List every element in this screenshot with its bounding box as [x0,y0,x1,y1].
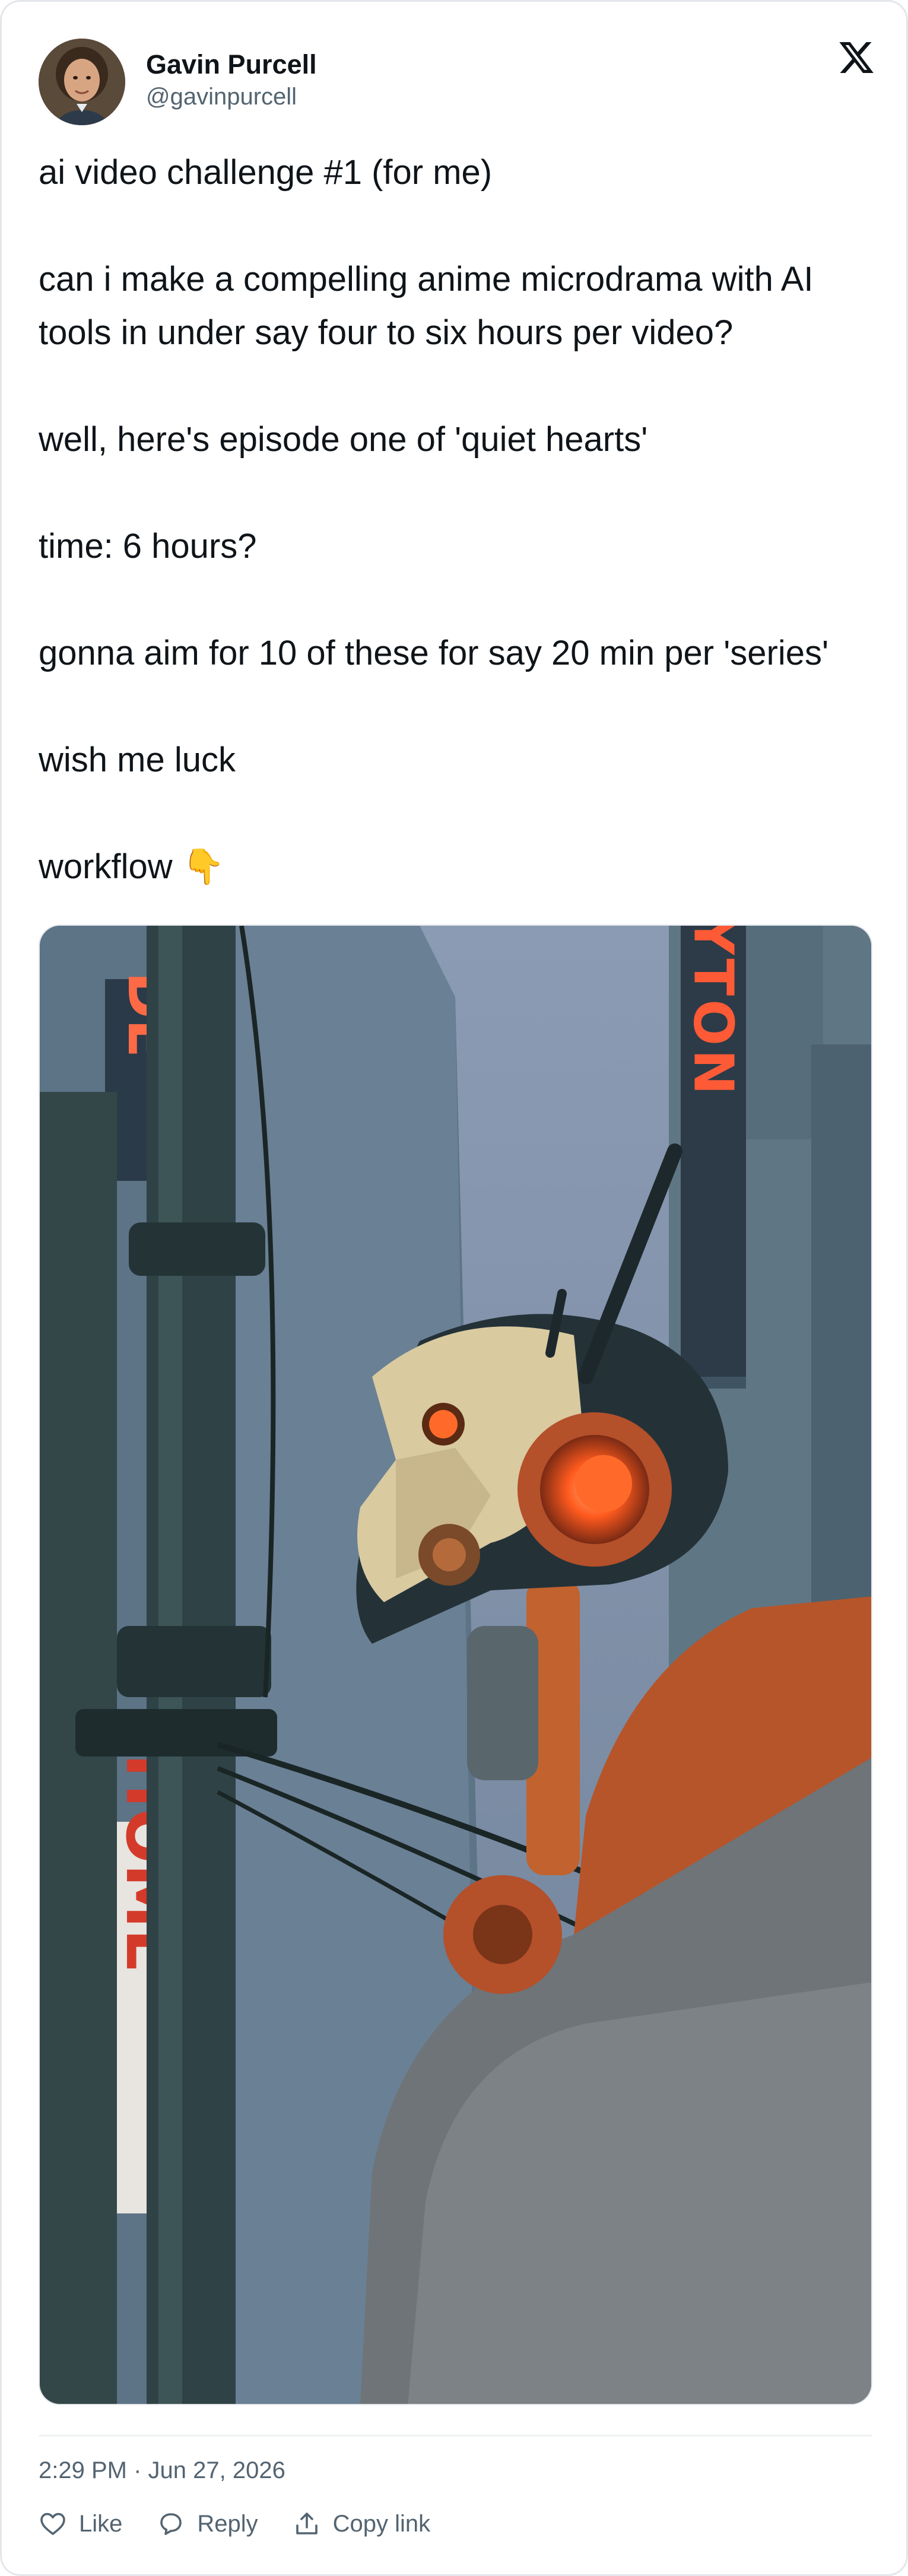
tweet-paragraph: can i make a compelling anime microdrama… [39,260,814,352]
avatar[interactable] [39,39,125,125]
tweet-actions: Like Reply Copy link [39,2503,465,2545]
tweet-paragraph: workflow 👇 [39,847,225,886]
author-info: Gavin Purcell @gavinpurcell [146,48,317,112]
like-label: Like [79,2510,123,2537]
copy-link-button[interactable]: Copy link [293,2510,431,2538]
tweet-text: ai video challenge #1 (for me) can i mak… [39,146,875,894]
tweet-paragraph: ai video challenge #1 (for me) [39,153,493,192]
tweet-paragraph: well, here's episode one of 'quiet heart… [39,420,648,459]
tweet-media-video[interactable]: DE ZOЯYTON HOME [39,925,872,2405]
tweet-paragraph: time: 6 hours? [39,527,257,566]
reply-label: Reply [197,2510,258,2537]
x-logo-icon[interactable] [837,39,875,77]
anime-robot-image: DE ZOЯYTON HOME [40,926,871,2404]
author-name[interactable]: Gavin Purcell [146,48,317,81]
neon-sign-right: ZOЯYTON [682,926,745,1098]
copy-link-label: Copy link [332,2510,431,2537]
speech-bubble-icon [160,2513,182,2535]
divider [39,2435,872,2437]
tweet-card: Gavin Purcell @gavinpurcell ai video cha… [0,0,908,2576]
tweet-paragraph: wish me luck [39,741,236,779]
author-handle[interactable]: @gavinpurcell [146,81,317,112]
heart-icon [40,2513,65,2535]
reply-button[interactable]: Reply [157,2510,258,2538]
tweet-paragraph: gonna aim for 10 of these for say 20 min… [39,634,829,672]
tweet-timestamp[interactable]: 2:29 PM · Jun 27, 2026 [39,2453,285,2488]
tweet-header: Gavin Purcell @gavinpurcell [39,39,875,125]
share-upload-icon [296,2513,318,2534]
like-button[interactable]: Like [39,2510,122,2538]
